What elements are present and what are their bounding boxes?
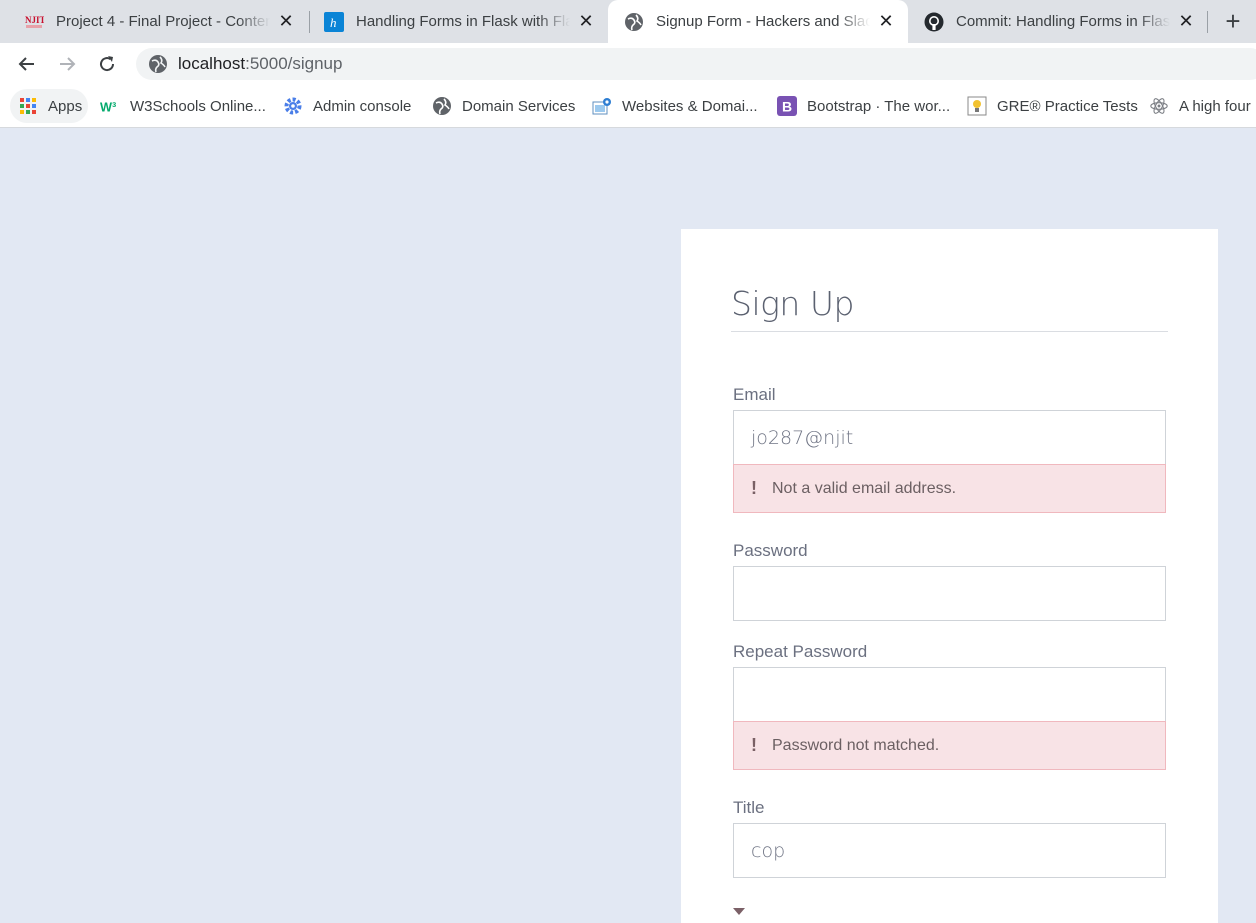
admin-gear-icon [283, 96, 303, 116]
bookmark-admin-console[interactable]: Admin console [283, 89, 411, 123]
close-icon[interactable]: ✕ [876, 11, 896, 32]
svg-text:h: h [330, 15, 337, 30]
bootstrap-icon: B [777, 96, 797, 116]
apps-grid-icon [18, 96, 38, 116]
address-bar[interactable]: localhost:5000/signup [136, 48, 1256, 80]
bookmark-label: Websites & Domai... [622, 97, 758, 115]
signup-card: Sign Up Email jo287@njit ! Not a valid e… [681, 229, 1218, 923]
bookmark-apps[interactable]: Apps [10, 89, 88, 123]
title-field[interactable]: cop [733, 823, 1166, 878]
page-title: Sign Up [731, 284, 854, 323]
bookmark-label: GRE® Practice Tests [997, 97, 1138, 115]
tab-project-4[interactable]: NJIT Project 4 - Final Project - Content… [8, 0, 308, 43]
njit-logo-icon: NJIT [24, 12, 44, 32]
repeat-password-error-message: ! Password not matched. [733, 721, 1166, 770]
repeat-password-label: Repeat Password [733, 642, 868, 661]
error-text: Password not matched. [772, 736, 940, 754]
globe-icon [149, 55, 167, 73]
tab-commit[interactable]: Commit: Handling Forms in Flask ✕ [908, 0, 1208, 43]
close-icon[interactable]: ✕ [276, 11, 296, 32]
tab-handling-forms[interactable]: h Handling Forms in Flask with Flask ✕ [308, 0, 608, 43]
tab-strip: NJIT Project 4 - Final Project - Content… [0, 0, 1256, 43]
caret-down-icon[interactable] [733, 908, 745, 915]
email-error-message: ! Not a valid email address. [733, 464, 1166, 513]
close-icon[interactable]: ✕ [576, 11, 596, 32]
password-label: Password [733, 541, 808, 560]
title-divider [731, 331, 1168, 332]
reload-icon [100, 56, 115, 72]
bookmark-label: Admin console [313, 97, 412, 115]
bookmark-label: W3Schools Online... [130, 97, 266, 115]
svg-text:NJIT: NJIT [25, 15, 44, 25]
bookmark-gre[interactable]: GRE® Practice Tests [967, 89, 1138, 123]
arrow-left-icon [18, 57, 34, 71]
bookmark-label: Bootstrap · The wor... [807, 97, 951, 115]
svg-text:B: B [782, 99, 792, 115]
gre-icon [967, 96, 987, 116]
bookmark-label: Apps [48, 97, 83, 115]
bookmarks-bar: Apps W³ W3Schools Online... Admin consol… [0, 85, 1256, 128]
tab-title: Project 4 - Final Project - Content [56, 13, 270, 30]
close-icon[interactable]: ✕ [1176, 11, 1196, 32]
github-icon [924, 12, 944, 32]
new-tab-button[interactable]: + [1220, 8, 1246, 34]
exclamation-icon: ! [751, 478, 757, 498]
back-button[interactable] [14, 51, 40, 77]
forward-button[interactable] [54, 51, 80, 77]
exclamation-icon: ! [751, 735, 757, 755]
bookmark-websites-domains[interactable]: Websites & Domai... [592, 89, 758, 123]
error-text: Not a valid email address. [772, 479, 957, 497]
bookmark-label: Domain Services [462, 97, 576, 115]
react-atom-icon [1149, 96, 1169, 116]
password-field[interactable] [733, 566, 1166, 621]
bookmark-domain-services[interactable]: Domain Services [432, 89, 575, 123]
browser-toolbar: localhost:5000/signup [0, 43, 1256, 85]
globe-icon [432, 96, 452, 116]
tab-signup-form[interactable]: Signup Form - Hackers and Slackers ✕ [608, 0, 908, 43]
svg-text:W³: W³ [100, 99, 116, 114]
tab-title: Commit: Handling Forms in Flask [956, 13, 1170, 30]
bookmark-w3schools[interactable]: W³ W3Schools Online... [100, 89, 266, 123]
websites-icon [592, 96, 612, 116]
tab-title: Handling Forms in Flask with Flask [356, 13, 570, 30]
globe-icon [624, 12, 644, 32]
email-label: Email [733, 385, 776, 404]
email-field[interactable]: jo287@njit [733, 410, 1166, 465]
reload-button[interactable] [94, 51, 120, 77]
w3schools-icon: W³ [100, 96, 120, 116]
bookmark-bootstrap[interactable]: B Bootstrap · The wor... [777, 89, 950, 123]
title-label: Title [733, 798, 765, 817]
arrow-right-icon [60, 57, 76, 71]
bookmark-label: A high four [1179, 97, 1251, 115]
bookmark-a-high-four[interactable]: A high four [1149, 89, 1251, 123]
url-text: localhost:5000/signup [178, 54, 343, 73]
tab-title: Signup Form - Hackers and Slackers [656, 13, 870, 30]
hackers-h-icon: h [324, 11, 344, 32]
repeat-password-field[interactable] [733, 667, 1166, 722]
